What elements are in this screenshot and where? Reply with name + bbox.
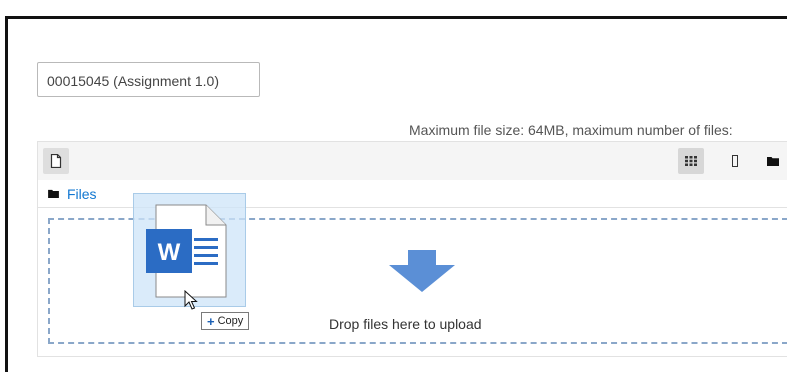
- copy-label: Copy: [217, 315, 244, 327]
- list-view-icon: [732, 155, 738, 167]
- mouse-pointer-icon: [184, 290, 198, 310]
- folder-icon: [48, 189, 59, 198]
- file-icon: [50, 154, 62, 168]
- svg-text:W: W: [158, 239, 181, 266]
- breadcrumb-files-link[interactable]: Files: [67, 186, 97, 202]
- add-file-button[interactable]: [43, 148, 69, 174]
- icons-view-button[interactable]: [678, 148, 704, 174]
- copy-drag-indicator: + Copy: [201, 312, 250, 330]
- max-file-size-note: Maximum file size: 64MB, maximum number …: [409, 122, 733, 138]
- folder-icon: [767, 157, 779, 166]
- tree-view-button[interactable]: [760, 148, 786, 174]
- download-arrow-icon: [389, 250, 455, 292]
- grid-icon: [685, 156, 697, 166]
- list-view-button[interactable]: [722, 148, 748, 174]
- file-picker-toolbar: [38, 142, 787, 180]
- plus-icon: +: [207, 313, 215, 329]
- drop-zone-instructions: Drop files here to upload: [329, 316, 482, 332]
- submission-name-field[interactable]: 00015045 (Assignment 1.0): [37, 62, 260, 97]
